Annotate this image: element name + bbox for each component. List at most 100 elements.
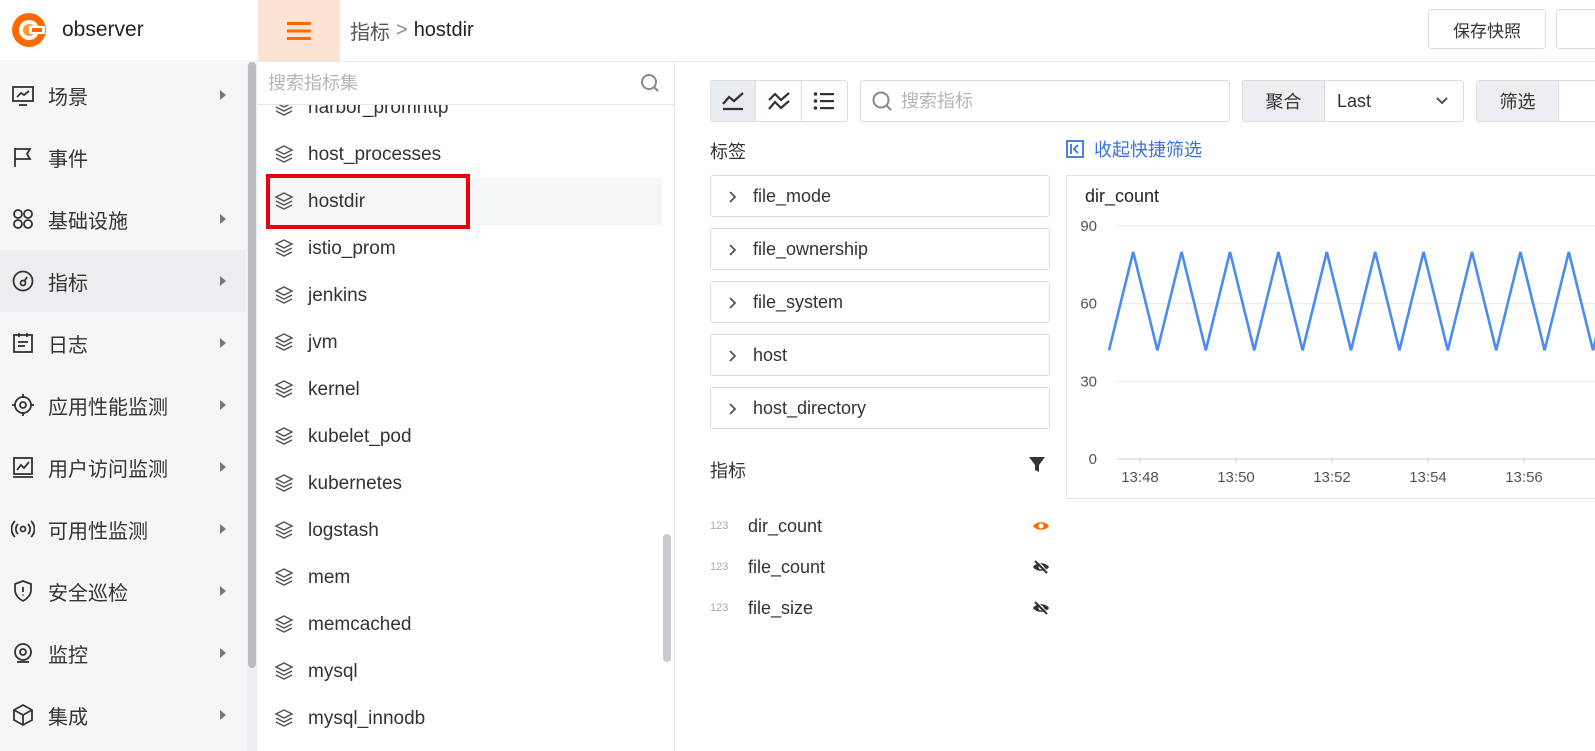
x-tick-label: 13:48 — [1121, 469, 1159, 486]
line-view-button[interactable] — [711, 81, 757, 121]
sidebar-item-10[interactable]: 集成 — [0, 684, 246, 746]
x-tick-label: 13:54 — [1409, 469, 1447, 486]
brand[interactable]: observer — [0, 0, 258, 60]
layers-icon — [274, 238, 296, 260]
metric-set-item[interactable]: kubernetes — [266, 460, 662, 507]
metric-search-input[interactable] — [901, 90, 1201, 112]
filter-label: 筛选 — [1476, 80, 1558, 122]
chevron-right-icon — [729, 297, 737, 309]
metric-set-item[interactable]: kubelet_pod — [266, 413, 662, 460]
tag-item[interactable]: file_system — [710, 281, 1050, 323]
metric-set-item[interactable]: host_processes — [266, 131, 662, 178]
menu-toggle-button[interactable] — [258, 0, 340, 61]
y-tick-label: 60 — [1080, 296, 1097, 313]
sidebar-item-1[interactable]: 事件 — [0, 126, 246, 188]
metric-row[interactable]: 123 file_count — [710, 552, 1050, 582]
sidebar-item-5[interactable]: 应用性能监测 — [0, 374, 246, 436]
metric-set-name: kubelet_pod — [308, 425, 412, 447]
sidebar-item-label: 用户访问监测 — [48, 458, 168, 481]
sidebar-item-0[interactable]: 场景 — [0, 64, 246, 126]
list-view-button[interactable] — [802, 81, 847, 121]
collapse-quick-filter-link[interactable]: 收起快捷筛选 — [1066, 136, 1202, 162]
metric-set-item[interactable]: mysql — [266, 648, 662, 695]
aggregate-label: 聚合 — [1242, 80, 1324, 122]
alarm-icon — [10, 640, 36, 666]
tag-item[interactable]: host_directory — [710, 387, 1050, 429]
metric-set-name: logstash — [308, 519, 379, 541]
sidebar-item-4[interactable]: 日志 — [0, 312, 246, 374]
metric-set-item[interactable]: mysql_innodb — [266, 695, 662, 742]
metric-set-search-input[interactable] — [268, 72, 628, 94]
sidebar-item-3[interactable]: 指标 — [0, 250, 246, 312]
eye-off-icon[interactable] — [1032, 560, 1050, 574]
metric-set-name: istio_prom — [308, 237, 396, 259]
tag-item[interactable]: host — [710, 334, 1050, 376]
chevron-down-icon — [1436, 97, 1448, 105]
filter-funnel-icon[interactable] — [1028, 456, 1046, 474]
metric-row[interactable]: 123 file_size — [710, 593, 1050, 623]
filter-select[interactable] — [1558, 80, 1595, 122]
layers-icon — [274, 614, 296, 636]
layers-icon — [274, 332, 296, 354]
metric-set-item[interactable]: jvm — [266, 319, 662, 366]
metric-set-item[interactable]: memcached — [266, 601, 662, 648]
header-extra-button[interactable] — [1556, 9, 1595, 49]
metric-set-name: jenkins — [308, 284, 368, 306]
layers-icon — [274, 567, 296, 589]
metric-set-scrollbar[interactable] — [663, 124, 673, 751]
metric-set-name: memcached — [308, 613, 412, 635]
sidebar-item-label: 场景 — [48, 86, 88, 109]
tag-name: host_directory — [753, 397, 867, 418]
metrics-title: 指标 — [710, 461, 746, 481]
sidebar-item-label: 事件 — [48, 148, 88, 171]
grid-icon — [10, 206, 36, 232]
number-type-icon: 123 — [710, 520, 729, 532]
caret-right-icon — [220, 648, 226, 658]
sidebar-item-6[interactable]: 用户访问监测 — [0, 436, 246, 498]
flag-icon — [10, 144, 36, 170]
metric-set-item[interactable]: jenkins — [266, 272, 662, 319]
save-snapshot-button[interactable]: 保存快照 — [1428, 9, 1546, 49]
metric-row[interactable]: 123 dir_count — [710, 511, 1050, 541]
metric-set-item[interactable]: istio_prom — [266, 225, 662, 272]
line-chart: 0 30 60 90 13:48 13:50 13:52 13:54 13:56 — [1080, 218, 1595, 486]
eye-icon[interactable] — [1032, 519, 1050, 533]
breadcrumb-parent[interactable]: 指标 — [350, 16, 390, 45]
layers-icon — [274, 379, 296, 401]
layers-icon — [274, 520, 296, 542]
metric-set-name: mem — [308, 566, 351, 588]
breadcrumb: 指标 > hostdir — [350, 16, 474, 45]
metric-name: file_size — [748, 597, 814, 618]
y-tick-label: 30 — [1080, 373, 1097, 390]
layers-icon — [274, 144, 296, 166]
sidebar-item-8[interactable]: 安全巡检 — [0, 560, 246, 622]
metric-set-name: kubernetes — [308, 472, 403, 494]
aggregate-select[interactable]: Last — [1324, 80, 1464, 122]
sidebar-scroll-thumb[interactable] — [248, 62, 256, 668]
sidebar-item-2[interactable]: 基础设施 — [0, 188, 246, 250]
tag-item[interactable]: file_ownership — [710, 228, 1050, 270]
tag-name: file_system — [753, 291, 844, 312]
sidebar-item-9[interactable]: 监控 — [0, 622, 246, 684]
number-type-icon: 123 — [710, 602, 729, 614]
compare-view-button[interactable] — [756, 81, 802, 121]
metric-set-item[interactable]: hostdir — [266, 174, 662, 229]
tag-item[interactable]: file_mode — [710, 175, 1050, 217]
layers-icon — [274, 661, 296, 683]
sidebar-item-label: 指标 — [48, 272, 88, 295]
metric-set-item[interactable]: mem — [266, 554, 662, 601]
sidebar-scrollbar[interactable] — [247, 62, 257, 751]
chart-card[interactable]: 0 30 60 90 13:48 13:50 13:52 13:54 13:56 dir_cou… — [1066, 175, 1595, 499]
eye-off-icon[interactable] — [1032, 601, 1050, 615]
view-mode-group — [710, 80, 848, 122]
caret-right-icon — [220, 462, 226, 472]
metric-set-list: harbor_promhttp host_processes hostdir i… — [266, 84, 662, 742]
metric-set-item[interactable]: kernel — [266, 366, 662, 413]
sidebar-item-7[interactable]: 可用性监测 — [0, 498, 246, 560]
sidebar-item-label: 监控 — [48, 644, 88, 667]
sidebar: observer 场景 事件 基础设施 指标 日志 应用性能监测 用户访问监测 … — [0, 0, 258, 751]
x-tick-label: 13:56 — [1505, 469, 1543, 486]
search-icon[interactable] — [640, 73, 660, 93]
metric-set-scroll-thumb[interactable] — [663, 534, 671, 662]
metric-set-item[interactable]: logstash — [266, 507, 662, 554]
